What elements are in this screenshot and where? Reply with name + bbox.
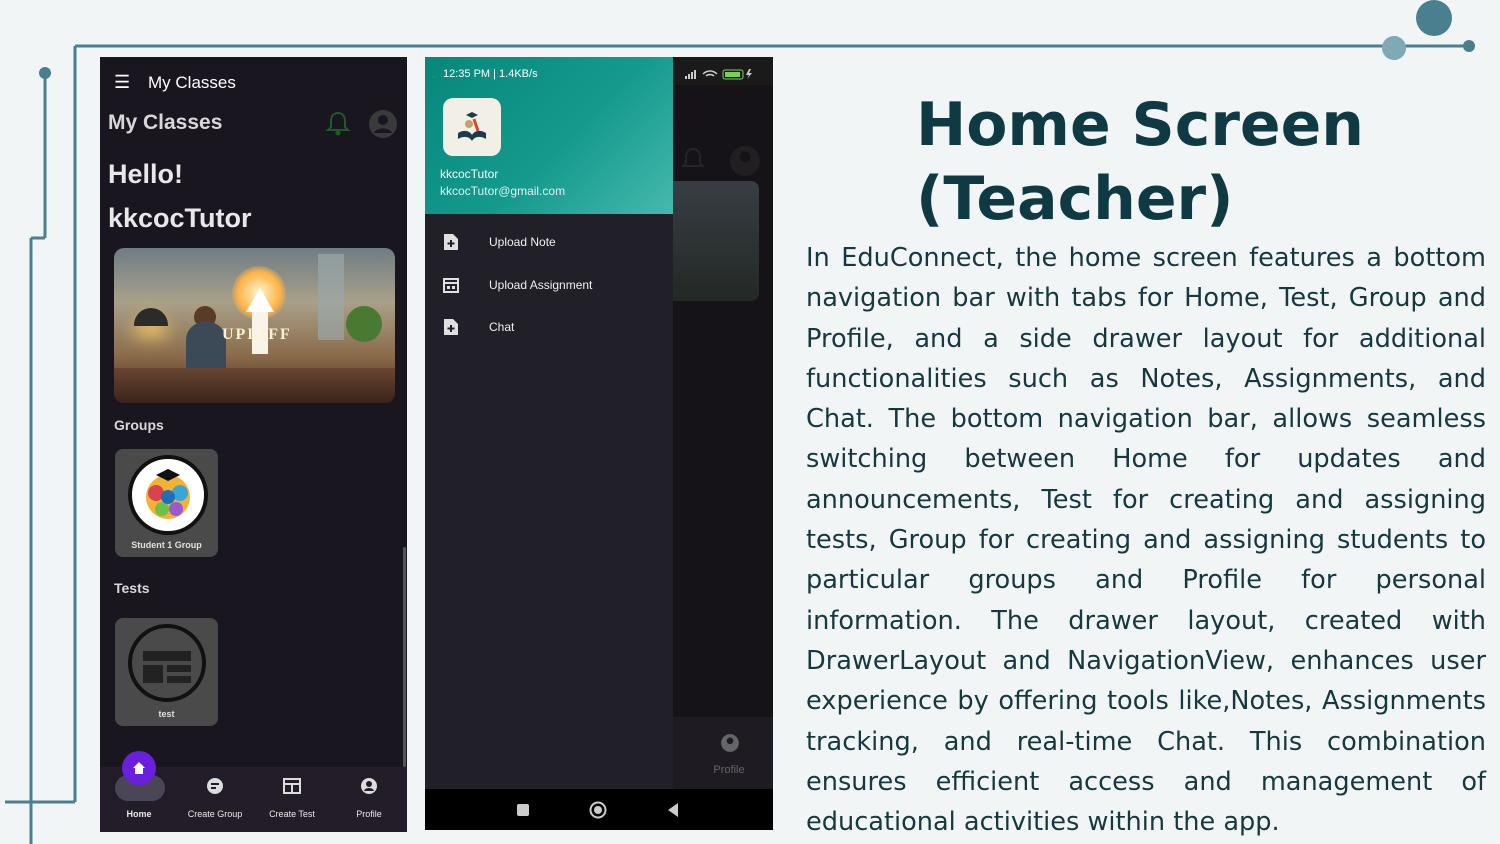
nav-create-group[interactable]: Create Group <box>177 777 253 819</box>
drawer-item-upload-note[interactable]: Upload Note <box>425 225 673 259</box>
dimmed-profile-label: Profile <box>713 764 745 776</box>
banner-arrow <box>246 288 274 312</box>
dimmed-avatar-icon <box>730 146 760 176</box>
nav-create-test[interactable]: Create Test <box>254 777 330 819</box>
banner-desk <box>114 368 395 403</box>
dimmed-bottom-nav <box>673 717 773 789</box>
recents-button[interactable] <box>517 804 529 816</box>
dimmed-bell-icon <box>681 147 705 167</box>
status-bar-time: 12:35 PM | 1.4KB/s <box>443 68 538 80</box>
system-navigation-bar <box>425 789 773 830</box>
banner-text: UPLIFF <box>222 326 292 343</box>
home-icon <box>133 762 145 774</box>
banner-plant <box>346 306 382 342</box>
drawer-item-label: Chat <box>489 320 515 334</box>
test-card[interactable]: test <box>115 618 218 726</box>
nav-home-label: Home <box>126 809 152 819</box>
account-circle-icon[interactable] <box>368 109 398 139</box>
signal-wifi-battery-icons <box>685 69 752 80</box>
tests-section-title: Tests <box>114 580 150 596</box>
navigation-drawer: 12:35 PM | 1.4KB/s kkcocTutor kkcocTutor… <box>425 57 673 789</box>
nav-profile[interactable]: Profile <box>331 777 407 819</box>
home-screen-phone: ☰ My Classes My Classes Hello! kkcocTuto… <box>100 57 407 832</box>
home-nav-icon <box>130 777 148 795</box>
slide-body-text: In EduConnect, the home screen features … <box>806 243 1486 838</box>
create-test-icon <box>283 778 301 794</box>
status-bar-icons <box>683 68 763 83</box>
slide-heading: Home Screen (Teacher) <box>916 90 1365 234</box>
nav-profile-label: Profile <box>356 809 382 819</box>
group-avatar <box>128 455 208 535</box>
book-logo-icon <box>458 112 486 141</box>
drawer-user-email: kkcocTutor@gmail.com <box>440 184 566 198</box>
nav-home[interactable]: Home <box>101 777 177 819</box>
bell-icon[interactable] <box>326 111 350 137</box>
drawer-item-upload-assignment[interactable]: Upload Assignment <box>425 268 673 302</box>
hero-banner-image: UPLIFF <box>114 248 395 403</box>
top-app-bar: ☰ My Classes <box>100 57 407 105</box>
dimmed-banner-image <box>673 181 759 301</box>
user-name: kkcocTutor <box>108 203 252 233</box>
chat-doc-icon <box>444 319 458 335</box>
create-group-icon <box>207 778 223 794</box>
assignment-calendar-icon <box>443 278 459 293</box>
hamburger-icon[interactable]: ☰ <box>114 73 130 91</box>
group-card-label: Student 1 Group <box>131 540 202 550</box>
drawer-screen-phone: Profile 12:35 PM | 1.4KB/s kkcocTutor kk… <box>425 57 773 830</box>
page-title: My Classes <box>108 111 223 134</box>
profile-icon <box>361 778 377 794</box>
note-add-icon <box>444 234 458 250</box>
app-bar-title: My Classes <box>148 73 236 92</box>
banner-lamp <box>134 308 168 326</box>
drawer-item-chat[interactable]: Chat <box>425 310 673 344</box>
drawer-item-label: Upload Assignment <box>489 278 593 292</box>
scrollbar[interactable] <box>403 547 406 767</box>
app-logo <box>443 98 501 156</box>
group-card[interactable]: Student 1 Group <box>115 449 218 557</box>
test-card-label: test <box>158 709 175 719</box>
drawer-user-name: kkcocTutor <box>440 167 499 181</box>
back-button[interactable] <box>666 802 680 818</box>
drawer-header: 12:35 PM | 1.4KB/s kkcocTutor kkcocTutor… <box>425 57 673 214</box>
test-document-icon <box>128 624 206 702</box>
nav-create-test-label: Create Test <box>269 809 315 819</box>
nav-create-group-label: Create Group <box>187 809 243 819</box>
group-logo-icon <box>146 469 190 519</box>
banner-tower <box>318 254 344 340</box>
groups-section-title: Groups <box>114 417 164 433</box>
dimmed-profile-icon <box>721 734 739 752</box>
home-circle-button[interactable] <box>589 801 607 819</box>
greeting-text: Hello! <box>108 159 184 189</box>
drawer-item-label: Upload Note <box>489 235 556 249</box>
